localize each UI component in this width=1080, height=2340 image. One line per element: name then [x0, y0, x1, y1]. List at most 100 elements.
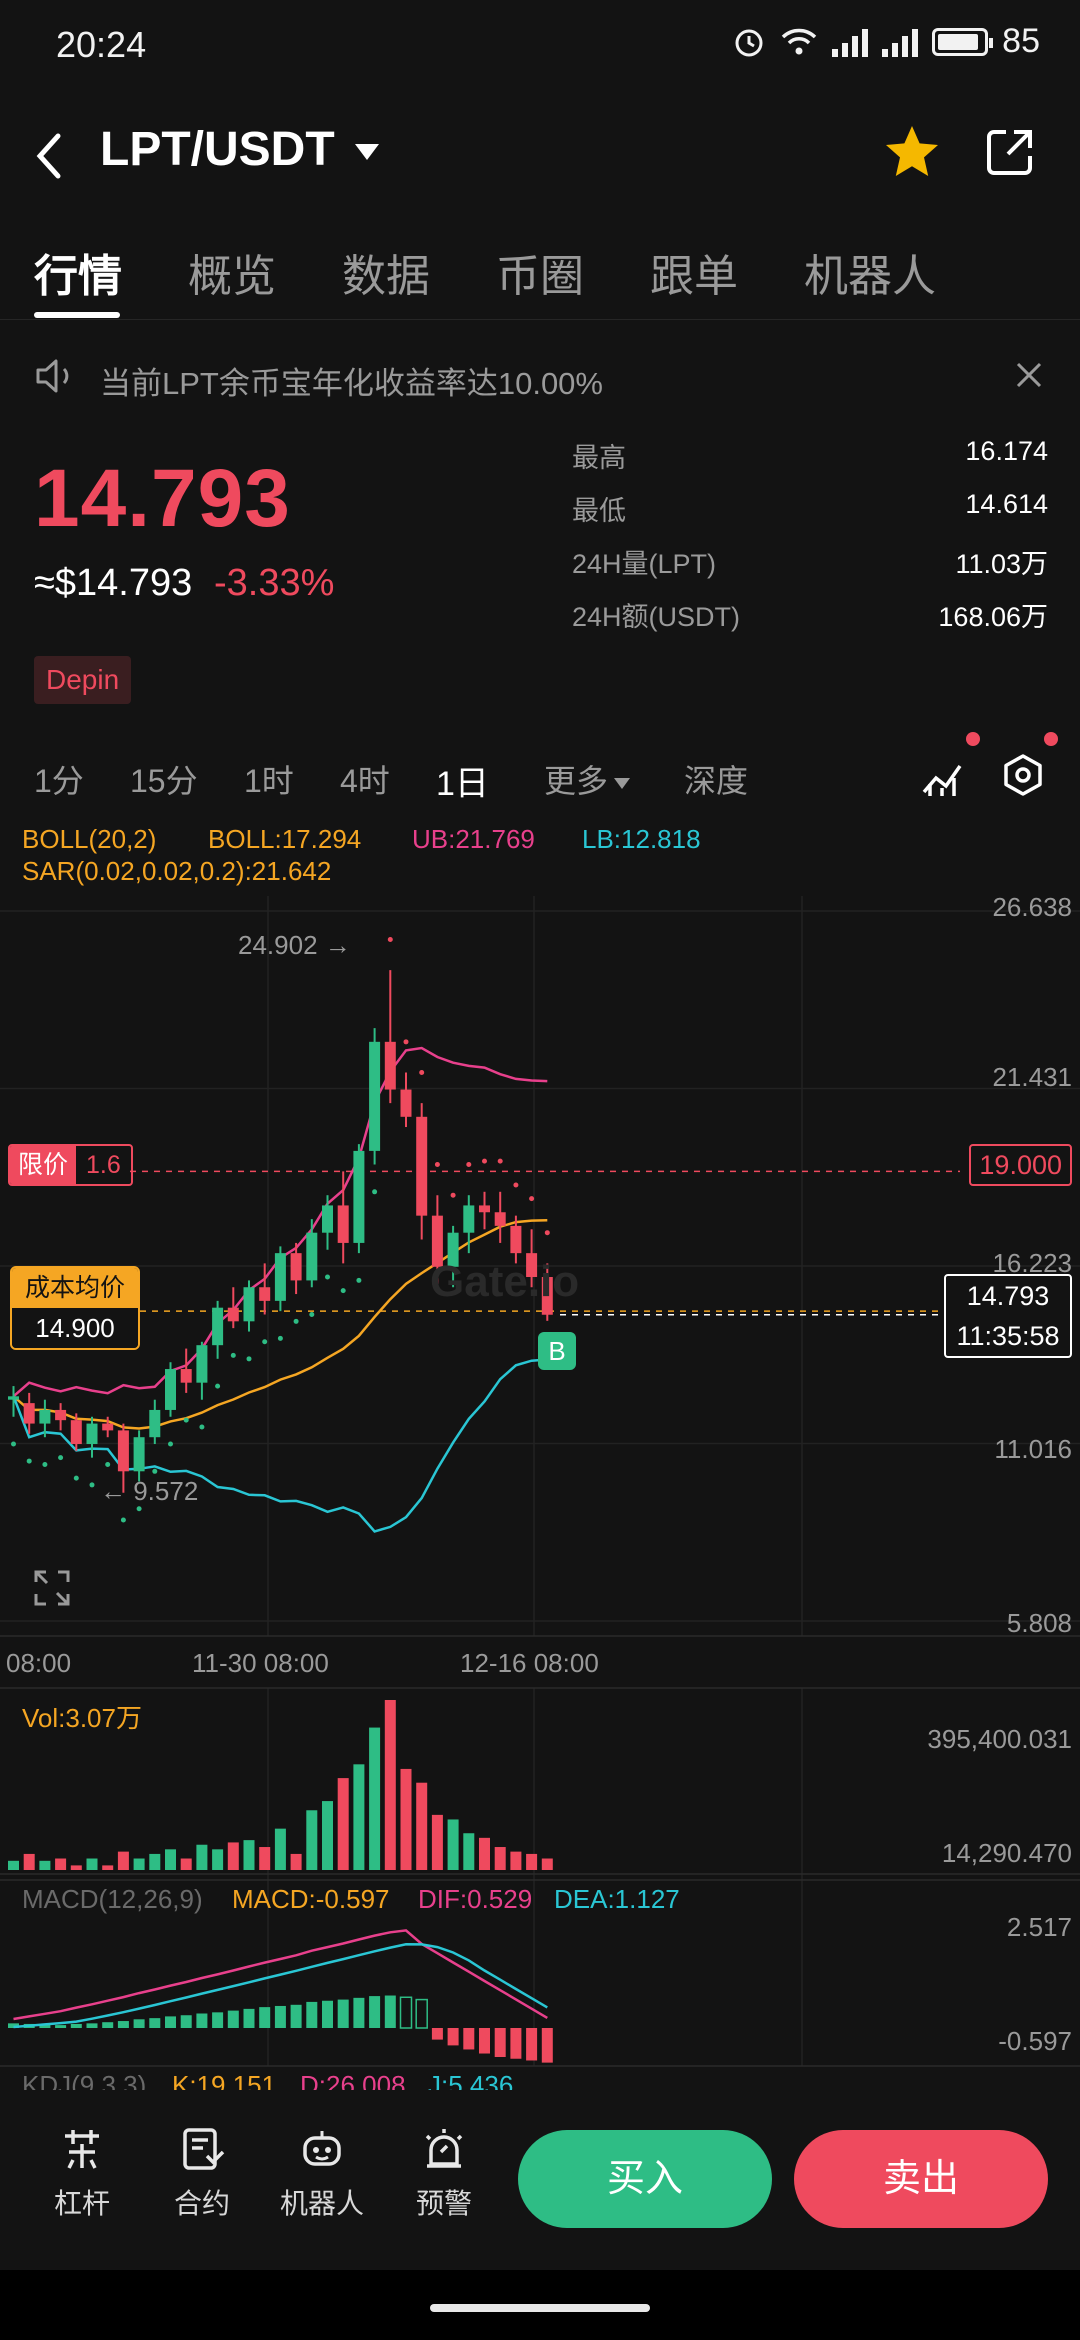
back-arrow-icon[interactable] [30, 128, 70, 184]
tab-copy-trade[interactable]: 跟单 [650, 240, 738, 304]
last-price-tag: 14.793 [966, 1281, 1050, 1311]
y-tick: 11.016 [994, 1434, 1072, 1464]
settings-icon[interactable] [1000, 752, 1046, 798]
nav-alert[interactable]: 预警 [394, 2126, 494, 2222]
cost-label: 成本均价 [12, 1268, 138, 1308]
pair-dropdown-icon[interactable] [355, 144, 379, 160]
sar-dot [434, 1162, 440, 1168]
category-tag[interactable]: Depin [34, 656, 132, 704]
candle-body [322, 1205, 333, 1233]
notice-bar[interactable]: 当前LPT余币宝年化收益率达10.00% [0, 346, 1080, 406]
tab-data[interactable]: 数据 [342, 240, 430, 304]
limit-price-box: 19.000 [969, 1144, 1072, 1186]
macd-bar [353, 1997, 365, 2028]
macd-bar [243, 2008, 255, 2028]
candle-body [353, 1150, 365, 1243]
home-indicator[interactable] [430, 2304, 650, 2312]
volume-bar [322, 1801, 333, 1870]
alarm-icon [735, 29, 763, 56]
limit-price: 19.000 [979, 1150, 1062, 1180]
dif-value: DIF:0.529 [418, 1884, 533, 1914]
sar-dot [73, 1475, 79, 1481]
volume-bar [149, 1853, 161, 1870]
candle-body [510, 1225, 522, 1254]
candle-body [243, 1287, 255, 1322]
timeframe-1m[interactable]: 1分 [34, 756, 84, 802]
indicator-icon[interactable] [920, 752, 964, 798]
speaker-icon [36, 359, 69, 393]
volume-bar [8, 1860, 19, 1870]
leverage-icon [65, 2130, 99, 2169]
volume-bar [165, 1849, 176, 1870]
nav-robot[interactable]: 机器人 [272, 2126, 372, 2222]
candles [8, 970, 553, 1493]
tab-overview[interactable]: 概览 [188, 240, 276, 304]
volume-bar [102, 1865, 114, 1870]
fullscreen-icon[interactable] [34, 1570, 70, 1606]
favorite-star-icon[interactable] [882, 122, 942, 182]
battery-level: 85 [1002, 22, 1040, 60]
timeframe-1d[interactable]: 1日 [436, 756, 489, 805]
buy-marker[interactable]: B [538, 1332, 576, 1370]
signal-icon-2 [882, 27, 919, 57]
candle-body [306, 1232, 318, 1281]
tab-market[interactable]: 行情 [34, 240, 122, 304]
macd-bar [306, 2001, 318, 2028]
contract-icon [183, 2128, 225, 2170]
timeframe-depth[interactable]: 深度 [684, 756, 748, 802]
macd-axis-top: 2.517 [1006, 1912, 1072, 1942]
system-nav-bar [0, 2270, 1080, 2340]
sar-dot [58, 1455, 64, 1461]
timeframe-4h[interactable]: 4时 [340, 756, 390, 802]
volume-bar [227, 1842, 239, 1870]
status-time: 20:24 [56, 24, 147, 65]
volume-bar [306, 1810, 318, 1870]
candle-body [39, 1409, 51, 1424]
sar-dot [497, 1158, 503, 1164]
nav-label: 预警 [415, 2188, 472, 2219]
volume-bar [526, 1853, 538, 1870]
volume-bar [133, 1858, 145, 1870]
sar-dot [529, 1196, 535, 1202]
stat-label: 最低 [572, 496, 626, 526]
dea-value: DEA:1.127 [554, 1884, 680, 1914]
nav-label: 机器人 [279, 2188, 364, 2219]
sar-dot [466, 1162, 472, 1168]
limit-label: 限价 [10, 1146, 77, 1184]
sar-dot [183, 1417, 189, 1423]
countdown: 11:35:58 [956, 1321, 1060, 1351]
macd-bar [415, 1998, 428, 2029]
macd-bar [431, 2028, 443, 2040]
candle-body [8, 1396, 19, 1400]
nav-contract[interactable]: 合约 [152, 2126, 252, 2222]
macd-axis-bottom: -0.597 [998, 2026, 1072, 2056]
timeframe-15m[interactable]: 15分 [130, 756, 198, 802]
tab-bot[interactable]: 机器人 [804, 240, 936, 304]
sar-dot [293, 1318, 299, 1324]
candle-body [416, 1116, 428, 1216]
pair-title[interactable]: LPT/USDT [100, 122, 335, 177]
sar-dot [168, 1441, 173, 1447]
share-icon[interactable] [984, 126, 1036, 178]
active-tab-indicator [34, 312, 120, 318]
nav-leverage[interactable]: 杠杆 [32, 2126, 132, 2222]
limit-order-tag[interactable]: 限价 1.6 [8, 1144, 133, 1186]
tab-circle[interactable]: 币圈 [496, 240, 584, 304]
cost-price-tag[interactable]: 成本均价 14.900 [10, 1266, 140, 1350]
buy-button[interactable]: 买入 [518, 2130, 772, 2228]
macd-bar [86, 2023, 98, 2028]
volume-bar [290, 1853, 302, 1870]
timeframe-1h[interactable]: 1时 [244, 756, 294, 802]
macd-bar [196, 2013, 208, 2028]
timeframe-more[interactable]: 更多 [544, 756, 631, 802]
volume-bar [259, 1847, 271, 1870]
candle-body [274, 1253, 286, 1301]
macd-bar [102, 2022, 114, 2028]
vol-value: Vol:3.07万 [22, 1703, 142, 1733]
volume-bar [196, 1844, 208, 1870]
volume-bar [274, 1828, 286, 1870]
close-icon[interactable] [1014, 360, 1044, 390]
sar-dot [544, 1230, 550, 1236]
stat-row-low: 最低 14.614 [572, 489, 1048, 542]
sell-button[interactable]: 卖出 [794, 2130, 1048, 2228]
